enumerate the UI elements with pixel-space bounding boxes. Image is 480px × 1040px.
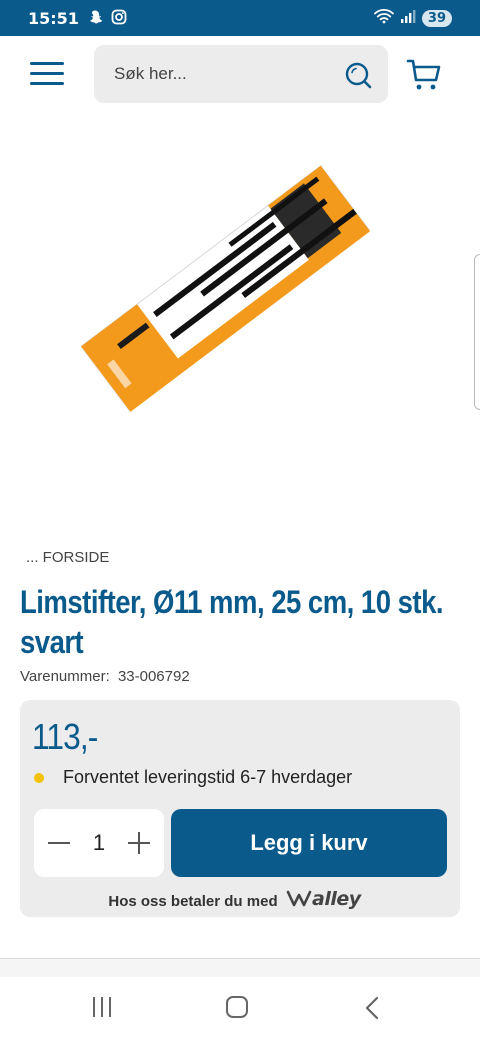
sku-number: 33-006792: [117, 668, 190, 685]
side-scroll-handle[interactable]: [474, 254, 480, 410]
svg-text:alley: alley: [312, 888, 363, 910]
status-bar: 15:51 39: [0, 0, 480, 36]
battery-indicator: 39: [421, 9, 452, 27]
menu-icon[interactable]: [30, 62, 64, 86]
delivery-status-dot: [34, 772, 44, 783]
delivery-text: Forventet leveringstid 6-7 hverdager: [63, 767, 353, 787]
search-input[interactable]: [94, 45, 334, 103]
footer-edge: [0, 959, 480, 977]
price: 113,-: [32, 716, 98, 757]
breadcrumb[interactable]: ... FORSIDE: [26, 549, 109, 566]
search-icon[interactable]: [344, 61, 372, 89]
back-icon[interactable]: [362, 995, 382, 1021]
instagram-icon: [111, 9, 127, 28]
increase-quantity-button[interactable]: [128, 832, 150, 854]
system-nav-bar: [0, 977, 480, 1040]
status-time: 15:51: [28, 8, 79, 28]
signal-icon: [400, 8, 416, 29]
site-header: [0, 36, 480, 114]
payment-text: Hos oss betaler du med: [108, 892, 278, 910]
decrease-quantity-button[interactable]: [48, 832, 70, 854]
payment-info: Hos oss betaler du med alley: [20, 886, 460, 916]
cart-icon[interactable]: [406, 58, 442, 92]
walley-logo: alley: [286, 886, 372, 916]
quantity-value[interactable]: 1: [93, 830, 105, 856]
wifi-icon: [374, 8, 394, 29]
sku-line: Varenummer: 33-006792: [20, 668, 190, 685]
sku-label: Varenummer:: [20, 668, 110, 685]
snapchat-icon: [87, 9, 103, 28]
home-icon[interactable]: [226, 996, 248, 1018]
add-to-cart-button[interactable]: Legg i kurv: [171, 809, 447, 877]
search-bar[interactable]: [94, 45, 388, 103]
delivery-info: Forventet leveringstid 6-7 hverdager: [34, 767, 352, 788]
recent-apps-icon[interactable]: [93, 997, 113, 1017]
product-title: Limstifter, Ø11 mm, 25 cm, 10 stk. svart: [20, 584, 444, 660]
quantity-stepper: 1: [34, 809, 164, 877]
product-image[interactable]: [0, 130, 480, 510]
purchase-panel: 113,- Forventet leveringstid 6-7 hverdag…: [20, 700, 460, 917]
